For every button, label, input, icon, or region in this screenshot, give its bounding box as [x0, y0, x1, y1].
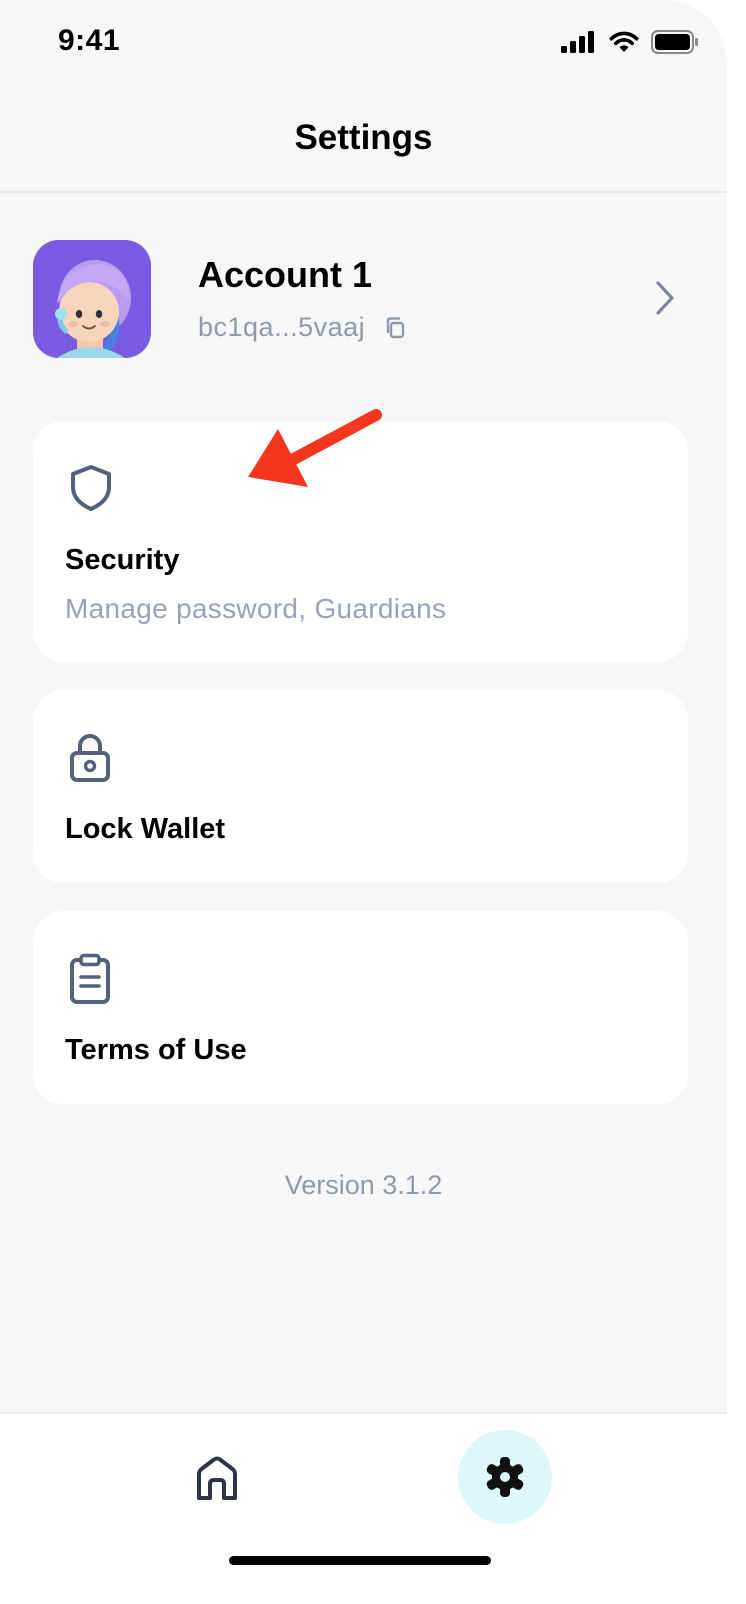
header-divider [0, 191, 727, 193]
security-title: Security [65, 544, 180, 576]
copy-icon[interactable] [385, 316, 407, 340]
tab-settings[interactable] [458, 1430, 552, 1524]
terms-of-use-card[interactable]: Terms of Use [33, 911, 688, 1104]
version-text: Version 3.1.2 [284, 1170, 443, 1200]
battery-icon [651, 30, 698, 54]
tab-home[interactable] [190, 1452, 244, 1506]
home-icon [197, 1456, 237, 1500]
lock-wallet-card[interactable]: Lock Wallet [33, 690, 688, 883]
status-icons [561, 30, 699, 54]
wifi-icon [609, 31, 639, 52]
home-indicator [229, 1556, 491, 1565]
chevron-right-icon [656, 281, 674, 315]
status-time: 9:41 [58, 24, 121, 57]
terms-of-use-title: Terms of Use [65, 1034, 247, 1066]
shield-icon [71, 465, 111, 511]
page-title: Settings [294, 118, 433, 157]
tab-bar [0, 1412, 727, 1604]
clipboard-icon [70, 953, 110, 1004]
lock-icon [70, 734, 110, 782]
settings-icon [486, 1457, 524, 1497]
signal-icon [561, 31, 594, 53]
phone-screen: 9:41 Settings Account 1 bc1qa...5vaaj Se… [0, 0, 727, 1604]
account-name: Account 1 [198, 254, 373, 295]
annotation-arrow-icon [248, 409, 382, 487]
security-subtitle: Manage password, Guardians [65, 593, 447, 624]
avatar [33, 240, 151, 358]
account-address: bc1qa...5vaaj [198, 312, 366, 342]
lock-wallet-title: Lock Wallet [65, 813, 226, 845]
account-row[interactable]: Account 1 bc1qa...5vaaj [33, 240, 693, 358]
